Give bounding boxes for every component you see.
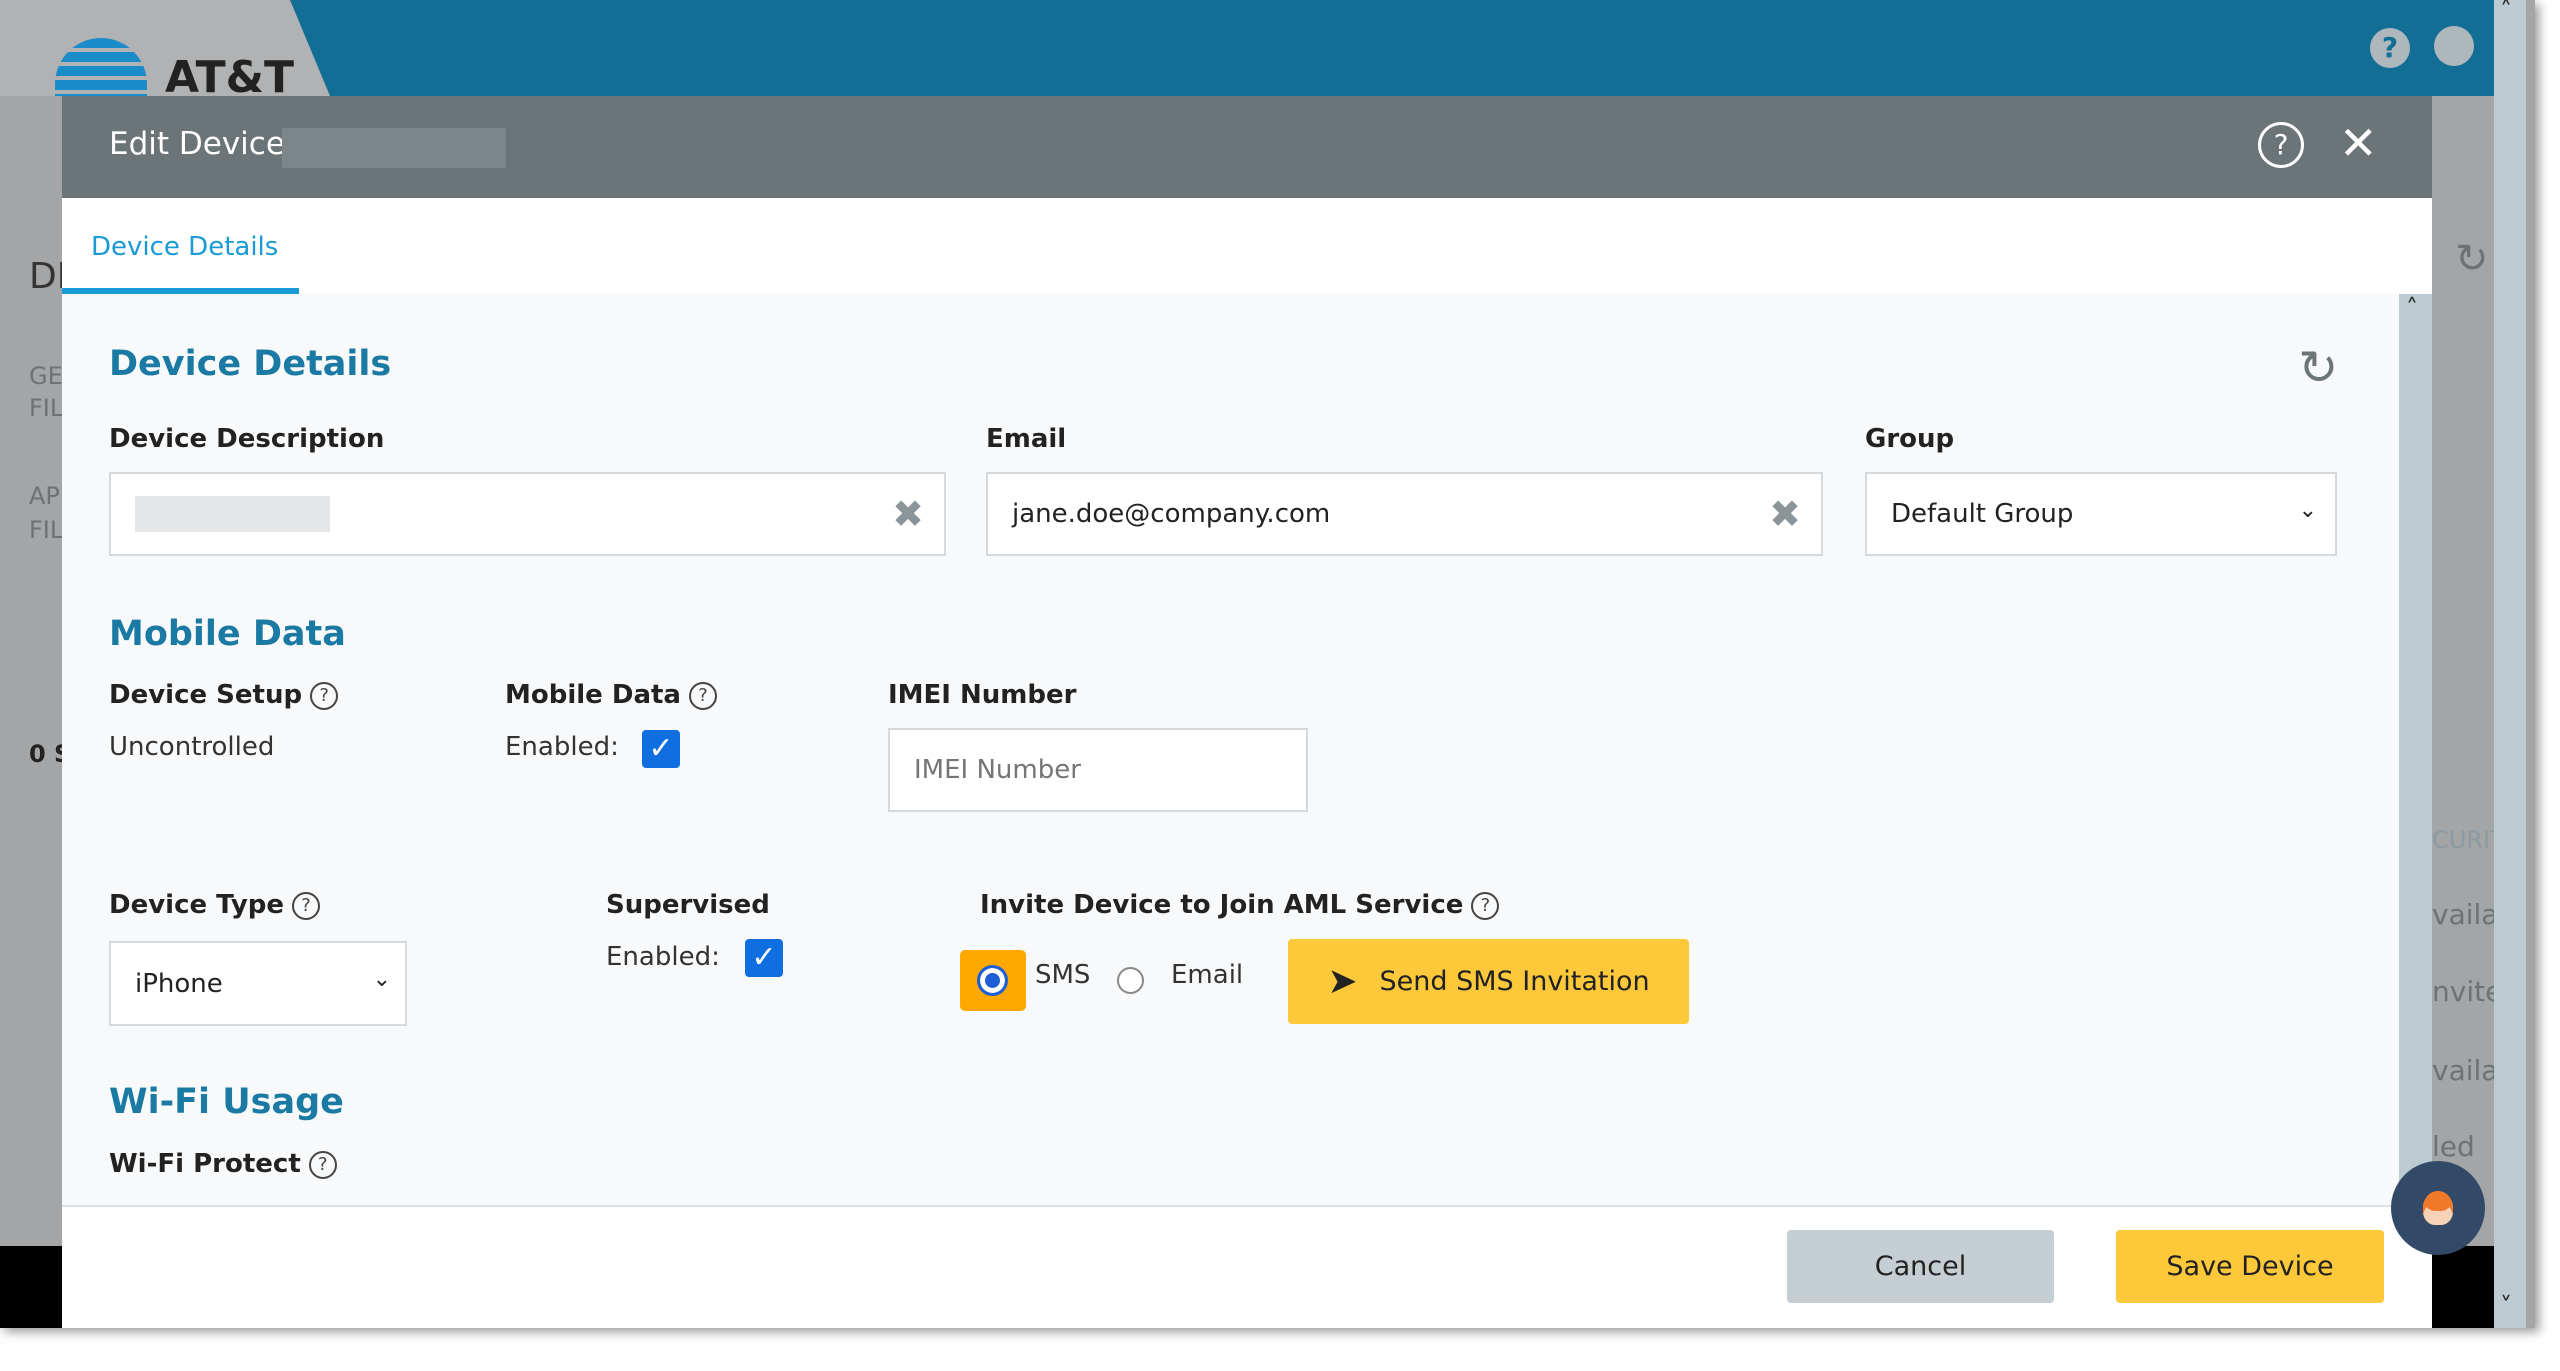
email-option-label[interactable]: Email [1171, 960, 1243, 990]
background-page: ? AT&T DE GE FIL AP FIL 0 S ↻ CURIT vail… [0, 0, 2535, 1328]
bg-footer [0, 1246, 62, 1328]
tab-device-details[interactable]: Device Details [62, 198, 299, 294]
scroll-up-icon[interactable]: ˄ [2406, 294, 2418, 322]
scroll-up-icon[interactable]: ˄ [2500, 0, 2512, 24]
sms-radio[interactable] [977, 965, 1008, 996]
tab-label: Device Details [91, 232, 279, 262]
wifi-protect-label: Wi-Fi Protect? [109, 1149, 337, 1179]
help-icon[interactable]: ? [2258, 122, 2304, 168]
section-mobile-data: Mobile Data [109, 614, 346, 654]
wifi-protect-text: Wi-Fi Protect [109, 1149, 301, 1179]
group-select[interactable]: Default Group ⌄ [1865, 472, 2337, 556]
help-icon[interactable]: ? [292, 892, 321, 920]
modal-scrollbar[interactable]: ˄ [2399, 294, 2432, 1205]
supervised-checkbox[interactable]: ✓ [745, 939, 783, 977]
bg-footer [2432, 1246, 2494, 1328]
chevron-down-icon: ⌄ [372, 967, 391, 992]
redacted-description [135, 496, 330, 532]
modal-footer: Cancel Save Device [62, 1205, 2432, 1328]
close-icon[interactable]: ✕ [2339, 116, 2378, 170]
section-wifi-usage: Wi-Fi Usage [109, 1082, 344, 1122]
supervised-enabled-label: Enabled: [606, 942, 720, 972]
invite-label: Invite Device to Join AML Service? [980, 890, 1500, 920]
help-icon[interactable]: ? [308, 1151, 337, 1179]
user-account-icon[interactable] [2434, 26, 2474, 66]
sms-radio-highlight [960, 950, 1026, 1011]
device-setup-text: Device Setup [109, 680, 303, 710]
group-label: Group [1865, 424, 1955, 454]
mobile-data-checkbox[interactable]: ✓ [642, 730, 680, 768]
page-scrollbar[interactable]: ˄ ˅ [2494, 0, 2526, 1328]
refresh-icon[interactable]: ↻ [2298, 340, 2338, 396]
cancel-button[interactable]: Cancel [1787, 1230, 2054, 1303]
top-header-bar: ? [290, 0, 2494, 96]
bg-text: FIL [29, 516, 64, 544]
sms-option-label[interactable]: SMS [1035, 960, 1090, 990]
clear-email-icon[interactable]: ✖ [1769, 492, 1801, 536]
bg-text: GE [29, 362, 63, 390]
section-device-details: Device Details [109, 344, 392, 384]
bg-text: AP [29, 482, 60, 510]
modal-title: Edit Device: [109, 126, 296, 162]
bg-text: FIL [29, 394, 64, 422]
modal-content: Device Details ↻ Device Description ✖ Em… [62, 294, 2399, 1205]
bg-cell: led [2432, 1130, 2475, 1163]
chevron-down-icon: ⌄ [2298, 498, 2317, 523]
mobile-data-label: Mobile Data? [505, 680, 717, 710]
help-icon[interactable]: ? [310, 682, 339, 710]
device-setup-label: Device Setup? [109, 680, 339, 710]
invite-text: Invite Device to Join AML Service [980, 890, 1464, 920]
imei-label: IMEI Number [888, 680, 1077, 710]
email-label: Email [986, 424, 1067, 454]
device-type-value: iPhone [135, 968, 223, 999]
bg-refresh-icon: ↻ [2455, 236, 2489, 282]
cancel-label: Cancel [1874, 1251, 1967, 1282]
modal-header: Edit Device: ? ✕ [62, 96, 2432, 198]
device-type-label: Device Type? [109, 890, 321, 920]
send-sms-invitation-button[interactable]: ➤ Send SMS Invitation [1288, 939, 1689, 1024]
help-icon[interactable]: ? [1471, 892, 1500, 920]
save-device-button[interactable]: Save Device [2116, 1230, 2384, 1303]
supervised-label: Supervised [606, 890, 770, 920]
chat-assistant-button[interactable] [2391, 1161, 2485, 1255]
description-label: Device Description [109, 424, 385, 454]
imei-input[interactable] [888, 728, 1308, 812]
edit-device-modal: Edit Device: ? ✕ Device Details Device D… [62, 96, 2432, 1328]
scroll-down-icon[interactable]: ˅ [2500, 1292, 2512, 1320]
device-setup-value: Uncontrolled [109, 732, 275, 762]
group-value: Default Group [1891, 499, 2074, 529]
mobile-data-enabled-label: Enabled: [505, 732, 619, 762]
device-type-select[interactable]: iPhone ⌄ [109, 941, 407, 1026]
help-icon[interactable]: ? [2370, 28, 2410, 68]
send-icon: ➤ [1327, 961, 1358, 1002]
mobile-data-text: Mobile Data [505, 680, 681, 710]
save-label: Save Device [2166, 1251, 2334, 1282]
email-value: jane.doe@company.com [1012, 499, 1331, 529]
email-input[interactable]: jane.doe@company.com ✖ [986, 472, 1823, 556]
help-icon[interactable]: ? [688, 682, 717, 710]
redacted-device-name [282, 128, 506, 168]
clear-description-icon[interactable]: ✖ [892, 492, 924, 536]
email-radio[interactable] [1117, 967, 1144, 994]
device-type-text: Device Type [109, 890, 285, 920]
device-description-input[interactable]: ✖ [109, 472, 946, 556]
send-button-label: Send SMS Invitation [1379, 966, 1650, 997]
assistant-avatar-icon [2423, 1191, 2453, 1225]
